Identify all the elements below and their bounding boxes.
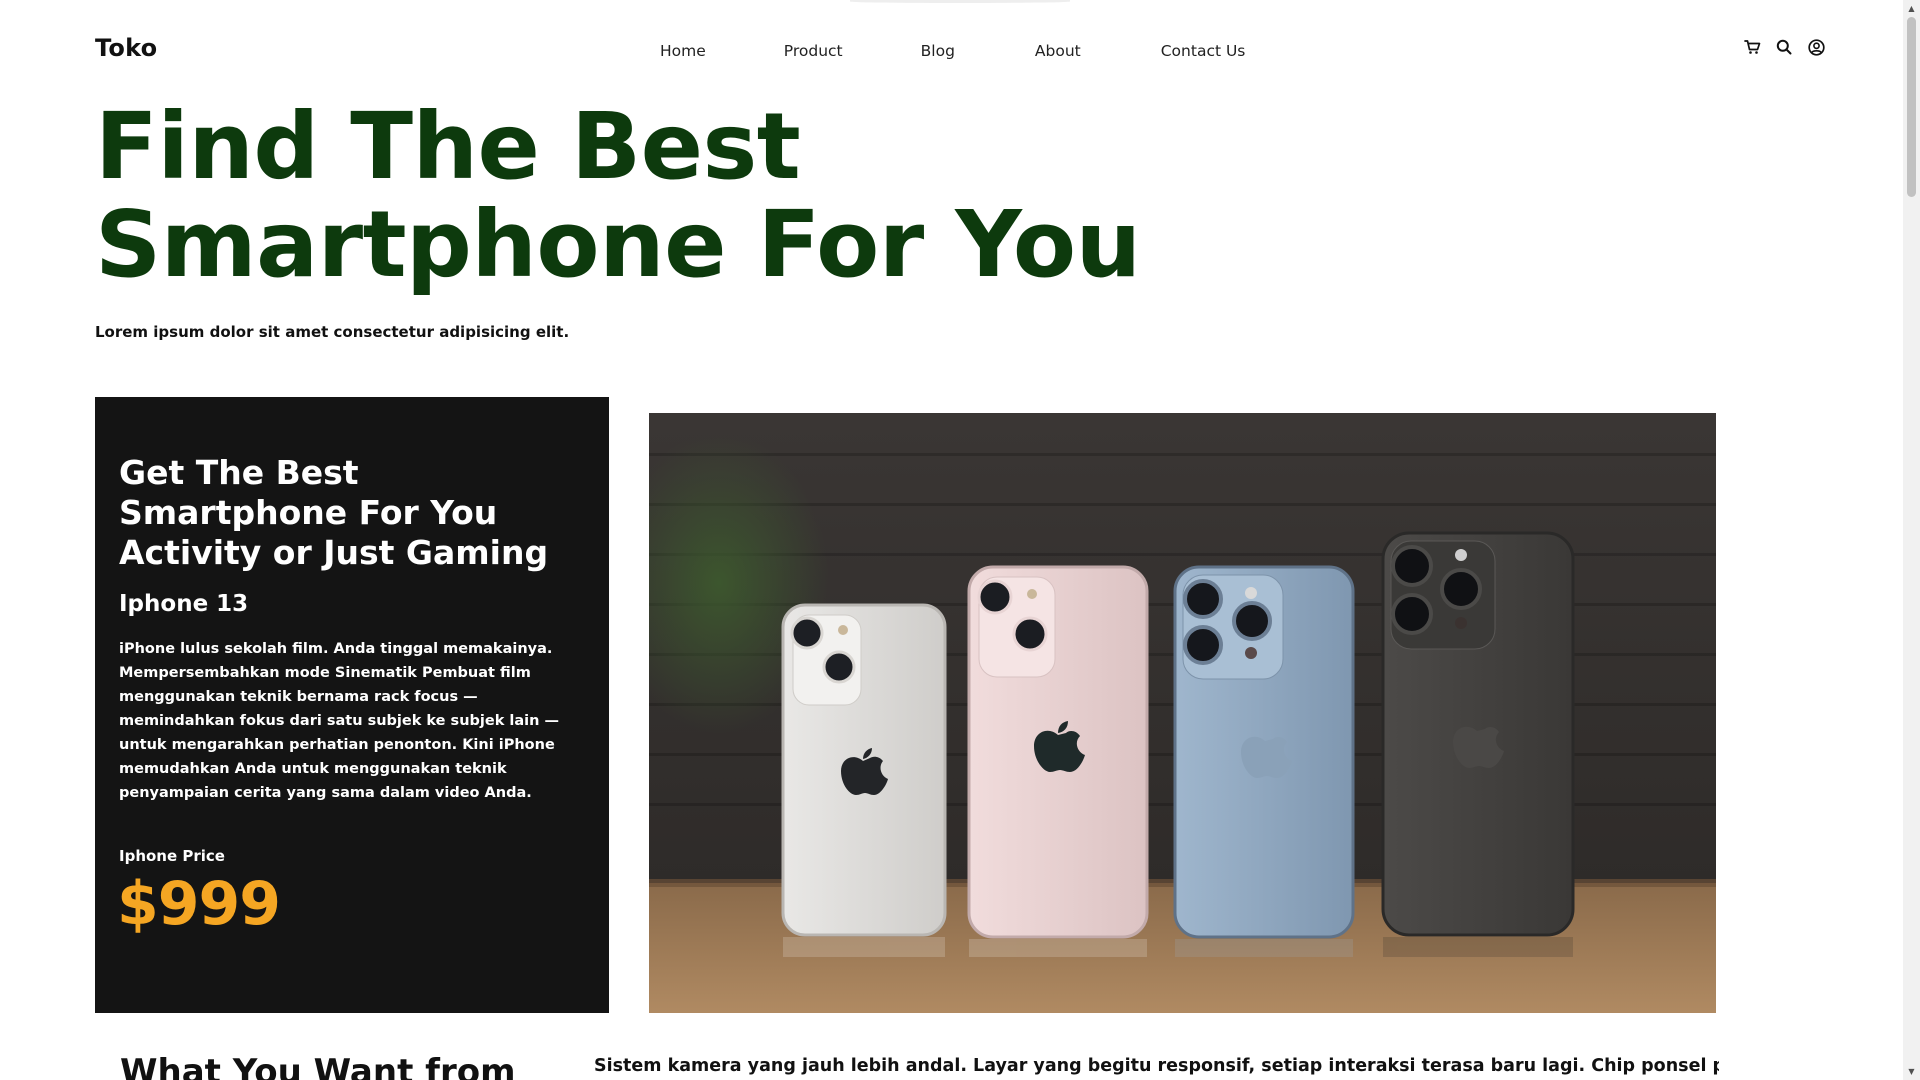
promo-heading: Get The Best Smartphone For You Activity… — [119, 453, 549, 572]
promo-model-name: Iphone 13 — [119, 591, 249, 617]
promo-card: Get The Best Smartphone For You Activity… — [95, 397, 609, 1013]
promo-description: iPhone lulus sekolah film. Anda tinggal … — [119, 641, 559, 801]
price-label: Iphone Price — [119, 847, 225, 865]
hero-title-line-1: Find The Best — [95, 93, 801, 200]
nav-link-about[interactable]: About — [1035, 42, 1081, 60]
nav-link-blog[interactable]: Blog — [921, 42, 955, 60]
nav-link-product[interactable]: Product — [784, 42, 843, 60]
scroll-down-arrow-icon[interactable]: ▼ — [1903, 1063, 1920, 1080]
nav-links: Home Product Blog About Contact Us — [660, 42, 1245, 60]
product-photo — [649, 413, 1716, 1013]
hero-subtitle: Lorem ipsum dolor sit amet consectetur a… — [95, 323, 570, 341]
section-text: Sistem kamera yang jauh lebih andal. Lay… — [594, 1056, 1719, 1076]
navbar: Toko Home Product Blog About Contact Us — [95, 30, 1825, 70]
price-value: $999 — [117, 869, 281, 939]
nav-link-home[interactable]: Home — [660, 42, 706, 60]
cart-icon[interactable] — [1743, 38, 1761, 56]
user-icon[interactable] — [1807, 38, 1825, 56]
hero-title: Find The Best Smartphone For You — [95, 98, 1195, 294]
scroll-up-arrow-icon[interactable]: ▲ — [1903, 0, 1920, 17]
brand-logo[interactable]: Toko — [95, 34, 157, 62]
nav-link-contact-us[interactable]: Contact Us — [1161, 42, 1246, 60]
vertical-scrollbar[interactable]: ▲ ▼ — [1903, 0, 1920, 1080]
nav-icons — [1743, 38, 1825, 56]
search-icon[interactable] — [1775, 38, 1793, 56]
top-edge-shadow — [850, 0, 1070, 3]
scrollbar-thumb[interactable] — [1907, 17, 1916, 197]
hero-title-line-2: Smartphone For You — [95, 191, 1141, 298]
page: Toko Home Product Blog About Contact Us — [0, 0, 1920, 1080]
section-heading: What You Want from — [120, 1052, 516, 1080]
iphone-lineup-image — [649, 413, 1716, 1013]
